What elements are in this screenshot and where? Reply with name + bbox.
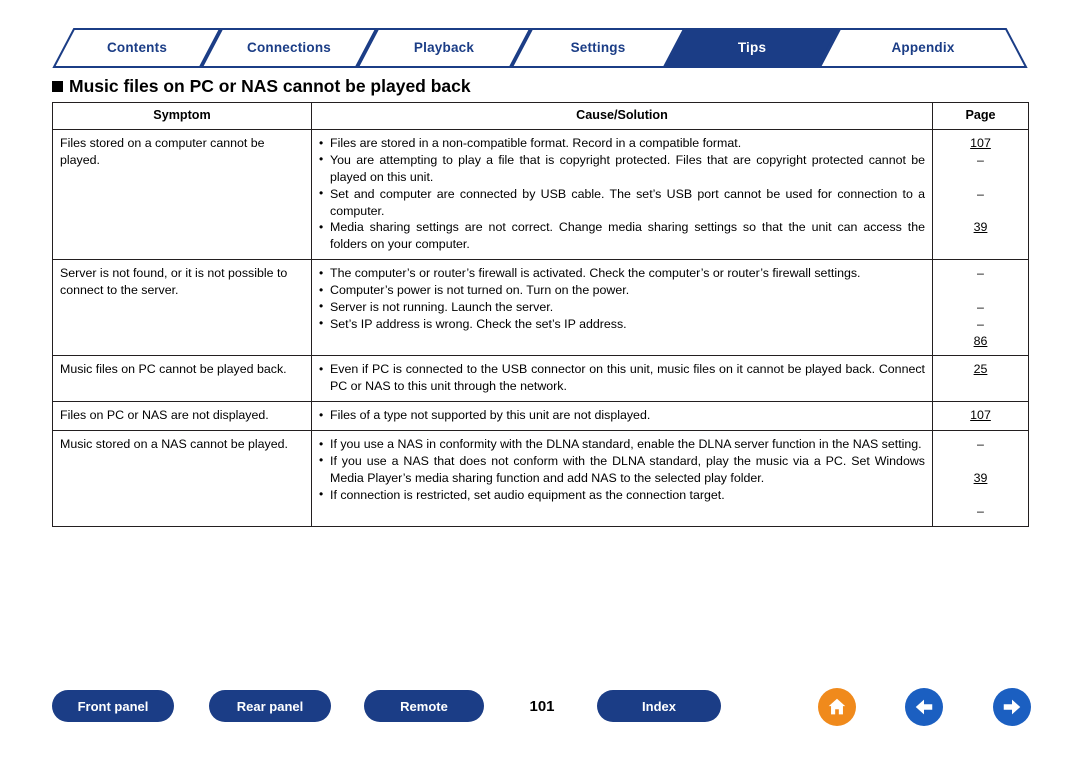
tab-label: Connections — [247, 40, 331, 55]
right-arrow-glyph — [1003, 699, 1021, 715]
page-cell: – x – – 86 — [932, 259, 1029, 357]
cause-item: The computer’s or router’s firewall is a… — [319, 265, 925, 282]
cause-cell: The computer’s or router’s firewall is a… — [311, 259, 933, 357]
index-label: Index — [642, 698, 676, 714]
page-title: Music files on PC or NAS cannot be playe… — [52, 76, 471, 97]
tab-label: Appendix — [891, 40, 955, 55]
page-value: – — [977, 504, 984, 519]
forward-arrow-icon[interactable] — [993, 688, 1031, 726]
column-header-symptom: Symptom — [52, 101, 312, 131]
cause-item: Set and computer are connected by USB ca… — [319, 185, 925, 220]
home-glyph — [828, 698, 846, 715]
page-value: – — [977, 152, 984, 167]
heading-square-icon — [52, 81, 63, 92]
tab-playback[interactable]: Playback — [356, 28, 532, 68]
index-button[interactable]: Index — [597, 690, 721, 722]
symptom-cell: Files stored on a computer cannot be pla… — [52, 129, 312, 261]
cause-cell: If you use a NAS in conformity with the … — [311, 430, 933, 528]
cause-item: Files of a type not supported by this un… — [319, 407, 925, 424]
tab-label: Tips — [737, 40, 767, 55]
tab-settings[interactable]: Settings — [510, 28, 686, 68]
front-panel-label: Front panel — [77, 698, 149, 714]
cause-item: You are attempting to play a file that i… — [319, 151, 925, 186]
page-value: – — [977, 266, 984, 281]
page-link[interactable]: 25 — [974, 362, 988, 376]
cause-cell: Files are stored in a non-compatible for… — [311, 129, 933, 261]
page-link[interactable]: 86 — [974, 334, 988, 348]
table-row: Music files on PC cannot be played back.… — [52, 355, 1029, 403]
page-number: 101 — [529, 697, 555, 715]
cause-cell: Files of a type not supported by this un… — [311, 401, 933, 432]
troubleshooting-table: Symptom Cause/Solution Page Files stored… — [52, 101, 1029, 528]
symptom-cell: Files on PC or NAS are not displayed. — [52, 401, 312, 432]
tab-contents[interactable]: Contents — [52, 28, 222, 68]
cause-item: Set’s IP address is wrong. Check the set… — [319, 315, 925, 333]
cause-item: Files are stored in a non-compatible for… — [319, 135, 925, 152]
page-value: – — [977, 316, 984, 331]
cause-item: If you use a NAS in conformity with the … — [319, 436, 925, 453]
symptom-cell: Server is not found, or it is not possib… — [52, 259, 312, 357]
left-arrow-glyph — [915, 699, 933, 715]
cause-item: Even if PC is connected to the USB conne… — [319, 361, 925, 395]
remote-button[interactable]: Remote — [364, 690, 484, 722]
tab-label: Contents — [106, 40, 168, 55]
tab-connections[interactable]: Connections — [200, 28, 378, 68]
page-link[interactable]: 39 — [974, 220, 988, 234]
cause-item: Media sharing settings are not correct. … — [319, 219, 925, 253]
page-link[interactable]: 107 — [970, 136, 991, 150]
home-icon[interactable] — [818, 688, 856, 726]
tab-appendix[interactable]: Appendix — [818, 28, 1028, 68]
table-header-row: Symptom Cause/Solution Page — [52, 101, 1029, 131]
page-link[interactable]: 39 — [974, 471, 988, 485]
page-cell: – x 39 x – — [932, 430, 1029, 528]
page-cell: 25 — [932, 355, 1029, 403]
footer-bar: Front panel Rear panel Remote 101 Index — [0, 688, 1080, 740]
cause-item: Computer’s power is not turned on. Turn … — [319, 282, 925, 299]
back-arrow-icon[interactable] — [905, 688, 943, 726]
page-value: – — [977, 186, 984, 201]
tab-bar: Contents Connections Playback Settings T… — [52, 28, 1028, 68]
cause-cell: Even if PC is connected to the USB conne… — [311, 355, 933, 403]
heading-text: Music files on PC or NAS cannot be playe… — [69, 76, 471, 96]
column-header-cause: Cause/Solution — [311, 101, 933, 131]
rear-panel-label: Rear panel — [236, 698, 304, 714]
page-cell: 107 — [932, 401, 1029, 432]
symptom-cell: Music files on PC cannot be played back. — [52, 355, 312, 403]
page-cell: 107 – x – x 39 — [932, 129, 1029, 261]
rear-panel-button[interactable]: Rear panel — [209, 690, 331, 722]
remote-label: Remote — [400, 698, 448, 714]
page-value: – — [977, 437, 984, 452]
column-header-page: Page — [932, 101, 1029, 131]
table-row: Server is not found, or it is not possib… — [52, 259, 1029, 357]
tab-label: Settings — [570, 40, 626, 55]
page-value: – — [977, 299, 984, 314]
tab-label: Playback — [413, 40, 475, 55]
symptom-cell: Music stored on a NAS cannot be played. — [52, 430, 312, 528]
page-link[interactable]: 107 — [970, 408, 991, 422]
cause-item: Server is not running. Launch the server… — [319, 298, 925, 316]
table-row: Files on PC or NAS are not displayed. Fi… — [52, 401, 1029, 432]
cause-item: If you use a NAS that does not conform w… — [319, 452, 925, 487]
front-panel-button[interactable]: Front panel — [52, 690, 174, 722]
table-row: Music stored on a NAS cannot be played. … — [52, 430, 1029, 528]
table-row: Files stored on a computer cannot be pla… — [52, 129, 1029, 261]
cause-item: If connection is restricted, set audio e… — [319, 486, 925, 504]
tab-tips[interactable]: Tips — [664, 28, 840, 68]
